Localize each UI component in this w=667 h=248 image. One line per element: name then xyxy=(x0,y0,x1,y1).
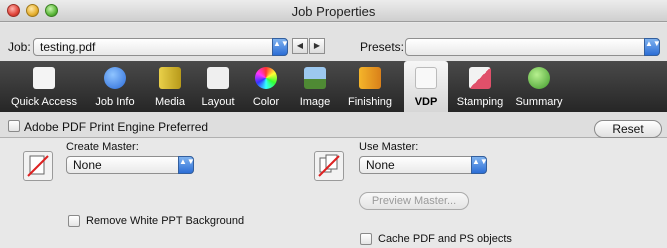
create-master-select[interactable]: None ▲▼ xyxy=(66,156,195,174)
tab-vdp[interactable]: VDP xyxy=(404,61,448,112)
job-select-value: testing.pdf xyxy=(40,40,96,54)
color-wheel-icon xyxy=(255,67,277,89)
tab-label: Layout xyxy=(201,96,235,108)
title-bar: Job Properties xyxy=(0,0,667,22)
stamp-icon xyxy=(469,67,491,89)
tab-label: Stamping xyxy=(456,96,504,108)
create-master-value: None xyxy=(73,158,102,172)
job-select-stepper-icon: ▲▼ xyxy=(272,38,289,56)
document-icon xyxy=(33,67,55,89)
presets-select[interactable]: ▲▼ xyxy=(405,38,661,56)
arrow-right-icon: ▶ xyxy=(313,41,321,50)
tab-job-info[interactable]: Job Info xyxy=(84,61,146,112)
tab-image[interactable]: Image xyxy=(292,61,338,112)
use-master-select[interactable]: None ▲▼ xyxy=(359,156,488,174)
create-master-label: Create Master: xyxy=(66,141,139,153)
cache-objects-checkbox[interactable] xyxy=(360,233,372,245)
create-master-icon xyxy=(23,151,53,181)
tab-color[interactable]: Color xyxy=(244,61,288,112)
cache-objects-label: Cache PDF and PS objects xyxy=(378,233,512,245)
tab-media[interactable]: Media xyxy=(146,61,194,112)
reset-button[interactable]: Reset xyxy=(594,120,662,138)
previous-job-button[interactable]: ◀ xyxy=(292,38,308,54)
layout-icon xyxy=(207,67,229,89)
remove-white-ppt-checkbox[interactable] xyxy=(68,215,80,227)
presets-label: Presets: xyxy=(360,40,405,54)
tab-summary[interactable]: Summary xyxy=(510,61,568,112)
window-title: Job Properties xyxy=(291,4,376,19)
use-master-value: None xyxy=(366,158,395,172)
tab-label: Image xyxy=(299,96,331,108)
use-master-label: Use Master: xyxy=(359,141,419,153)
tab-label: VDP xyxy=(414,96,438,108)
use-master-stepper-icon: ▲▼ xyxy=(471,156,488,174)
tab-layout[interactable]: Layout xyxy=(196,61,240,112)
tab-label: Finishing xyxy=(347,96,393,108)
info-icon xyxy=(104,67,126,89)
tab-label: Media xyxy=(155,96,185,108)
arrow-left-icon: ◀ xyxy=(296,41,304,50)
tab-label: Summary xyxy=(515,96,563,108)
tab-quick-access[interactable]: Quick Access xyxy=(8,61,80,112)
remove-white-ppt-label: Remove White PPT Background xyxy=(86,215,245,227)
tab-finishing[interactable]: Finishing xyxy=(340,61,400,112)
tab-label: Color xyxy=(252,96,280,108)
presets-select-stepper-icon: ▲▼ xyxy=(644,38,661,56)
tab-label: Quick Access xyxy=(10,96,78,108)
preview-master-button[interactable]: Preview Master... xyxy=(359,192,469,210)
job-select[interactable]: testing.pdf ▲▼ xyxy=(33,38,289,56)
job-bar: Job: testing.pdf ▲▼ ◀ ▶ Presets: ▲▼ xyxy=(0,23,667,61)
adobe-pdf-engine-checkbox[interactable] xyxy=(8,120,20,132)
finishing-icon xyxy=(359,67,381,89)
use-master-icon xyxy=(314,151,344,181)
job-label: Job: xyxy=(8,40,31,54)
tab-stamping[interactable]: Stamping xyxy=(452,61,508,112)
media-stack-icon xyxy=(159,67,181,89)
adobe-pdf-engine-label: Adobe PDF Print Engine Preferred xyxy=(24,120,209,134)
create-master-stepper-icon: ▲▼ xyxy=(178,156,195,174)
checkmark-icon xyxy=(528,67,550,89)
category-toolbar: Quick Access Job Info Media Layout Color… xyxy=(0,61,667,112)
tab-label: Job Info xyxy=(95,96,135,108)
image-icon xyxy=(304,67,326,89)
vdp-icon xyxy=(415,67,437,89)
vdp-panel: Create Master: None ▲▼ Use Master: None … xyxy=(0,139,667,248)
next-job-button[interactable]: ▶ xyxy=(309,38,325,54)
options-bar: Adobe PDF Print Engine Preferred Reset xyxy=(0,112,667,138)
